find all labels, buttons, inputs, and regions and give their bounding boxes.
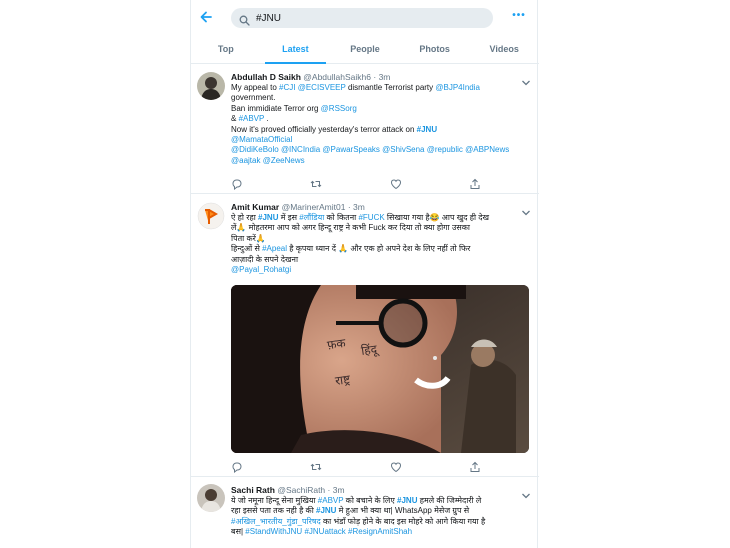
hashtag-link[interactable]: #StandWithJNU (245, 527, 302, 536)
tweet-text: ये जो नमूना हिन्दू सेना मुखिया #ABVP को … (231, 496, 529, 538)
tweet-text-line: रहा इससे पता तक नही है की #JNU मे हुआ भी… (231, 506, 470, 516)
more-options-icon[interactable]: ••• (511, 10, 527, 24)
face-writing: फ़क (326, 335, 347, 353)
tweet-time[interactable]: 3m (379, 72, 391, 82)
hashtag-link[interactable]: #ABVP (239, 114, 265, 123)
share-icon[interactable] (469, 177, 481, 189)
mention-link[interactable]: @MamataOfficial (231, 135, 292, 144)
tweet-image[interactable]: फ़क हिंदू राष्ट्र (231, 285, 529, 453)
mention-link[interactable]: @ZeeNews (263, 156, 305, 165)
tweet[interactable]: Sachi Rath @SachiRath · 3m ये जो नमूना ह… (191, 477, 539, 548)
hashtag-link[interactable]: #Apeal (262, 244, 287, 253)
mention-link[interactable]: @INCIndia (281, 145, 320, 154)
like-icon[interactable] (390, 177, 402, 190)
tweet-text-line: लें🙏 मोहतरमा आप को अगर हिन्दू राष्ट्र ने… (231, 223, 470, 233)
timeline-column: ••• Top Latest People Photos Videos Abdu… (190, 0, 539, 548)
hashtag-link[interactable]: #JNU (258, 213, 278, 222)
mention-link[interactable]: @ShivSena (382, 145, 424, 154)
like-icon[interactable] (390, 460, 402, 473)
mention-link[interactable]: @aajtak (231, 156, 260, 165)
chevron-down-icon[interactable] (521, 204, 531, 216)
back-arrow-icon[interactable] (199, 10, 213, 24)
search-icon (239, 13, 250, 26)
tweet-text-line: Ban immidiate Terror org @RSSorg (231, 103, 357, 113)
search-tabs: Top Latest People Photos Videos (191, 36, 539, 64)
tweet-actions (231, 177, 481, 191)
tweet-text-line: @Payal_Rohatgi (231, 265, 529, 275)
retweet-icon[interactable] (310, 460, 322, 472)
author-handle[interactable]: @SachiRath (277, 485, 325, 495)
top-bar: ••• (191, 0, 539, 36)
tweet-text-line: आज़ादी के सपने देखना (231, 254, 299, 264)
author-name[interactable]: Sachi Rath (231, 485, 275, 495)
mention-link[interactable]: @DidiKeBolo (231, 145, 279, 154)
tweet-text-line: पिता करें🙏 (231, 233, 266, 243)
chevron-down-icon[interactable] (521, 74, 531, 86)
author-name[interactable]: Amit Kumar (231, 202, 279, 212)
tweet-text-line: ये जो नमूना हिन्दू सेना मुखिया #ABVP को … (231, 496, 482, 505)
tab-people[interactable]: People (330, 36, 400, 63)
tweet-text-line: @DidiKeBolo @INCIndia @PawarSpeaks @Shiv… (231, 145, 529, 155)
mention-link[interactable]: @ABPNews (465, 145, 509, 154)
tweet-text: ऐ हो रहा #JNU में इस #लौंडिया को कितना #… (231, 213, 529, 275)
mention-link[interactable]: @RSSorg (321, 104, 357, 113)
author-name[interactable]: Abdullah D Saikh (231, 72, 301, 82)
reply-icon[interactable] (231, 177, 243, 191)
mention-link[interactable]: @Payal_Rohatgi (231, 265, 291, 274)
tab-videos[interactable]: Videos (469, 36, 539, 63)
mention-link[interactable]: @ECISVEEP (298, 83, 346, 92)
hashtag-link[interactable]: #JNUattack (304, 527, 345, 536)
tweet[interactable]: Amit Kumar @MarinerAmit01 · 3m ऐ हो रहा … (191, 194, 539, 477)
author-handle[interactable]: @AbdullahSaikh6 (303, 72, 371, 82)
tweet-text-line: @MamataOfficial (231, 135, 529, 145)
tab-top[interactable]: Top (191, 36, 261, 63)
face-writing: राष्ट्र (334, 372, 352, 388)
tweet-text-line: बस| #StandWithJNU #JNUattack #ResignAmit… (231, 527, 413, 537)
tweet-text-line: हिन्दुओं से #Apeal है कृपया ध्यान दें 🙏 … (231, 244, 471, 254)
tweet-time[interactable]: 3m (353, 202, 365, 212)
mention-link[interactable]: @BJP4India (435, 83, 480, 92)
tab-latest[interactable]: Latest (261, 36, 331, 64)
share-icon[interactable] (469, 460, 481, 472)
hashtag-link[interactable]: #ABVP (318, 496, 344, 505)
hashtag-link[interactable]: #JNU (397, 496, 417, 505)
tweet-text-line: Now it's proved officially yesterday's t… (231, 124, 438, 134)
avatar[interactable] (197, 484, 225, 512)
avatar[interactable] (197, 72, 225, 100)
tab-photos[interactable]: Photos (400, 36, 470, 63)
tweet-text-line: government. (231, 93, 276, 103)
tweet-text-line: My appeal to #CJI @ECISVEEP dismantle Te… (231, 83, 480, 92)
reply-icon[interactable] (231, 460, 243, 474)
tweet-actions (231, 460, 481, 474)
mention-link[interactable]: @republic (427, 145, 463, 154)
tweet[interactable]: Abdullah D Saikh @AbdullahSaikh6 · 3m My… (191, 64, 539, 194)
search-input[interactable] (256, 12, 476, 24)
chevron-down-icon[interactable] (521, 487, 531, 499)
avatar[interactable] (197, 202, 225, 230)
search-box[interactable] (231, 8, 493, 28)
hashtag-link[interactable]: #लौंडिया (299, 213, 324, 222)
hashtag-link[interactable]: #FUCK (358, 213, 384, 222)
tweet-time[interactable]: 3m (333, 485, 345, 495)
author-handle[interactable]: @MarinerAmit01 (282, 202, 346, 212)
hashtag-link[interactable]: #JNU (316, 506, 336, 515)
hashtag-link[interactable]: #ResignAmitShah (348, 527, 412, 536)
mention-link[interactable]: @PawarSpeaks (322, 145, 379, 154)
tweet-text-line: #अखिल_भारतीय_गुंडा_परिषद का भंडाँ फोड़ ह… (231, 516, 486, 526)
hashtag-link[interactable]: #JNU (417, 125, 437, 134)
hashtag-link[interactable]: #अखिल_भारतीय_गुंडा_परिषद (231, 517, 321, 526)
tweet-text-line: @aajtak @ZeeNews (231, 156, 529, 166)
tweet-text-line: ऐ हो रहा #JNU में इस #लौंडिया को कितना #… (231, 213, 490, 222)
hashtag-link[interactable]: #CJI (279, 83, 295, 92)
retweet-icon[interactable] (310, 177, 322, 189)
tweet-text-line: & #ABVP . (231, 114, 269, 124)
tweet-text: My appeal to #CJI @ECISVEEP dismantle Te… (231, 83, 529, 166)
face-writing: हिंदू (360, 341, 378, 359)
